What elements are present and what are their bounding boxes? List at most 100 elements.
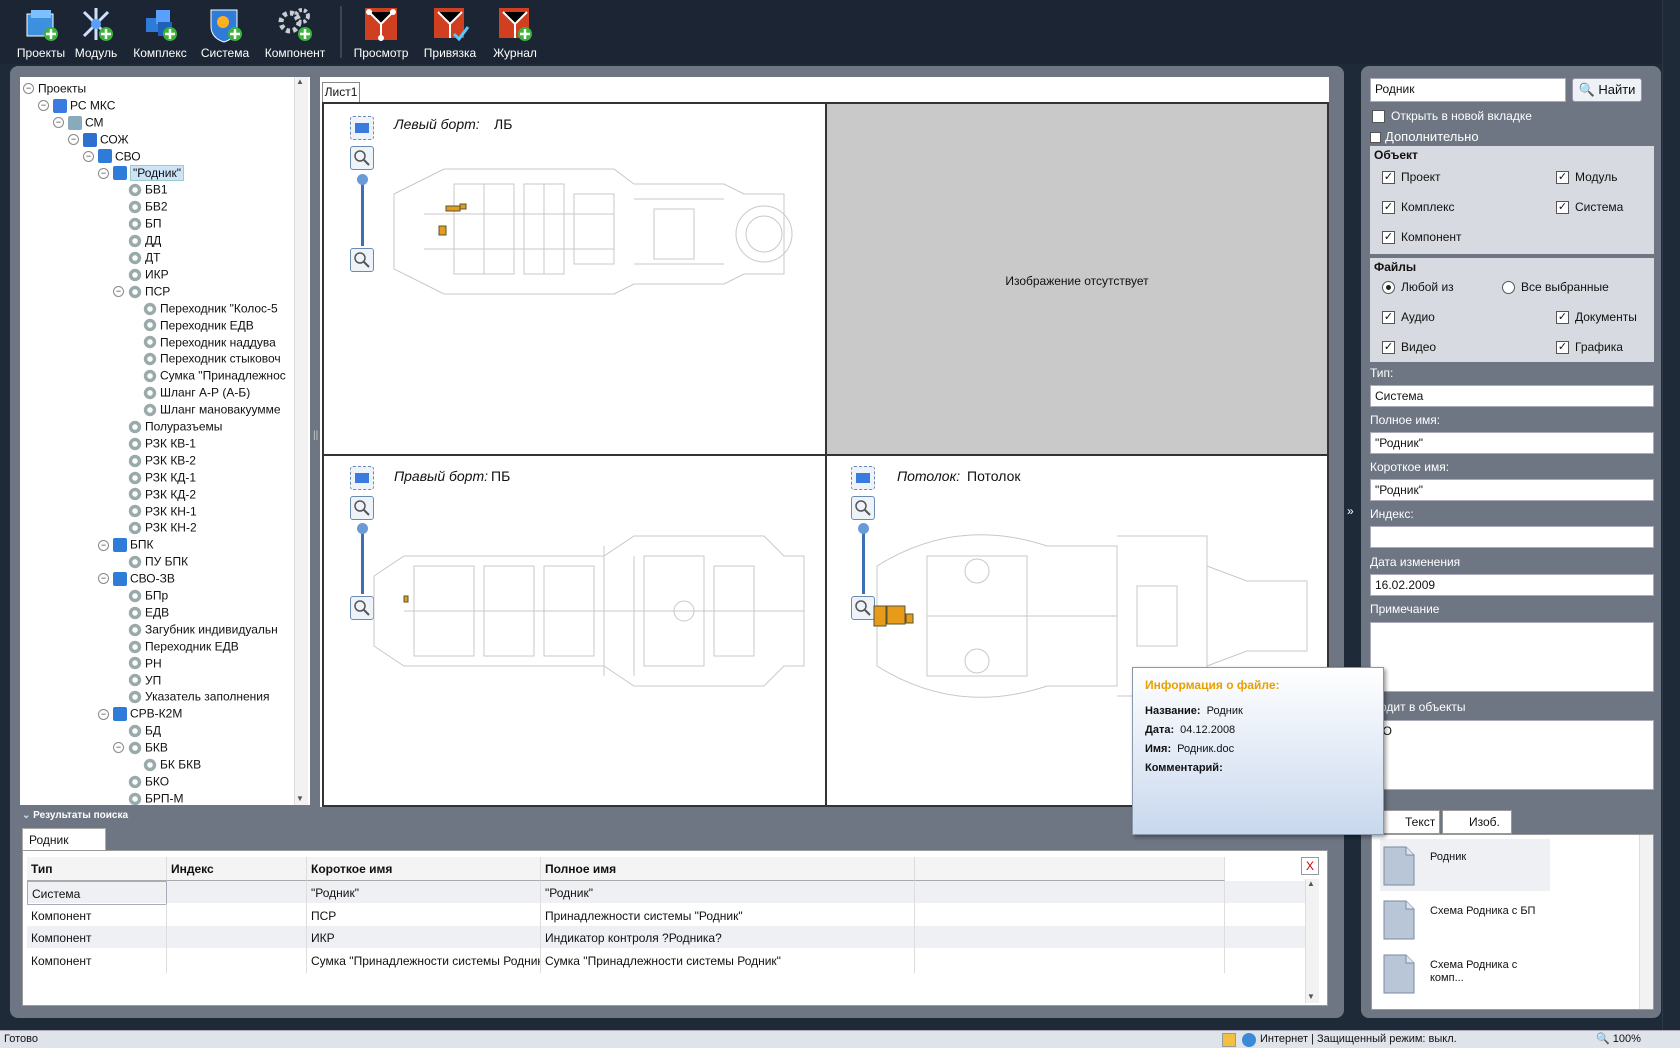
- type-field[interactable]: Система: [1370, 385, 1654, 407]
- complex-button[interactable]: Комплекс: [130, 4, 190, 62]
- tree-node[interactable]: РЗК КВ-1: [113, 435, 196, 452]
- tab-text[interactable]: Текст: [1378, 810, 1440, 834]
- select-frame-icon[interactable]: [350, 466, 374, 490]
- collapse-toggle-icon[interactable]: −: [68, 134, 79, 146]
- zoom-in-icon[interactable]: [350, 496, 374, 520]
- system-checkbox[interactable]: ✓ Система: [1556, 200, 1623, 215]
- tree-node[interactable]: БПр: [113, 587, 168, 604]
- tree-node[interactable]: РЗК КН-1: [113, 503, 197, 520]
- collapse-toggle-icon[interactable]: −: [98, 539, 109, 551]
- video-checkbox[interactable]: ✓ Видео: [1382, 340, 1436, 355]
- complex-checkbox[interactable]: ✓ Комплекс: [1382, 200, 1454, 215]
- date-field[interactable]: 16.02.2009: [1370, 574, 1654, 596]
- tree-node[interactable]: РЗК КН-2: [113, 519, 197, 536]
- tree-node[interactable]: БВ2: [113, 198, 168, 215]
- tree-node[interactable]: ЕДВ: [113, 604, 169, 621]
- tree-node[interactable]: Указатель заполнения: [113, 688, 270, 705]
- right-side-plan-image[interactable]: [364, 526, 824, 696]
- tree-node[interactable]: ПУ БПК: [113, 553, 188, 570]
- tree-node[interactable]: − СМ: [53, 114, 104, 131]
- binding-button[interactable]: Привязка: [420, 4, 480, 62]
- file-list-scrollbar[interactable]: [1639, 835, 1653, 1009]
- left-side-plan-image[interactable]: [364, 154, 824, 304]
- table-row[interactable]: Компонент ИКР Индикатор контроля ?Родника?: [27, 926, 1307, 950]
- tree-node[interactable]: Сумка "Принадлежнос: [128, 367, 286, 384]
- project-checkbox[interactable]: ✓ Проект: [1382, 170, 1441, 185]
- table-row[interactable]: Компонент ПСР Принадлежности системы "Родн…: [27, 903, 1307, 928]
- select-frame-icon[interactable]: [350, 116, 374, 140]
- results-scrollbar[interactable]: ▲ ▼: [1305, 879, 1319, 1003]
- tab-search-results[interactable]: Родник: [22, 828, 106, 850]
- tree-node[interactable]: РН: [113, 655, 162, 672]
- journal-button[interactable]: Журнал: [490, 4, 540, 62]
- zoom-level[interactable]: 🔍 100%: [1596, 1031, 1641, 1048]
- tree-node[interactable]: − БПК: [98, 536, 154, 553]
- tree-node[interactable]: − ПСР: [113, 283, 170, 300]
- file-item[interactable]: Схема Родника с комп...: [1380, 947, 1550, 999]
- collapse-toggle-icon[interactable]: −: [83, 150, 94, 162]
- tree-node[interactable]: РЗК КД-1: [113, 469, 196, 486]
- tree-node[interactable]: − Проекты: [23, 80, 86, 97]
- tree-node[interactable]: БКО: [113, 773, 169, 790]
- tree-node[interactable]: Переходник стыковоч: [128, 350, 281, 367]
- results-header[interactable]: ⌄ Результаты поиска: [22, 810, 128, 824]
- advanced-toggle[interactable]: ^ Дополнительно: [1370, 129, 1479, 144]
- open-new-tab-checkbox[interactable]: ✓ Открыть в новой вкладке: [1372, 109, 1532, 124]
- tree-node[interactable]: − РС МКС: [38, 97, 115, 114]
- tree-node[interactable]: БК БКВ: [128, 756, 201, 773]
- collapse-toggle-icon[interactable]: −: [23, 83, 34, 95]
- tree-node[interactable]: БВ1: [113, 181, 168, 198]
- tree-node[interactable]: − СВО: [83, 148, 141, 165]
- component-checkbox[interactable]: ✓ Компонент: [1382, 230, 1462, 245]
- index-field[interactable]: [1370, 526, 1654, 548]
- tree-node[interactable]: УП: [113, 672, 161, 689]
- graphics-checkbox[interactable]: ✓ Графика: [1556, 340, 1623, 355]
- tree-node[interactable]: ИКР: [113, 266, 169, 283]
- collapse-panel-icon[interactable]: »: [1347, 504, 1354, 518]
- note-field[interactable]: [1370, 622, 1654, 692]
- file-item[interactable]: Родник: [1380, 839, 1550, 891]
- tree-node[interactable]: Переходник "Колос-5: [128, 300, 278, 317]
- tree-node[interactable]: Переходник наддува: [128, 334, 276, 351]
- tree-node[interactable]: ДД: [113, 232, 161, 249]
- system-button[interactable]: Система: [198, 4, 252, 62]
- tree-node[interactable]: − "Родник": [98, 164, 184, 182]
- module-button[interactable]: Модуль: [70, 4, 122, 62]
- find-button[interactable]: 🔍 Найти: [1572, 78, 1642, 102]
- tree-node[interactable]: БРП-М: [113, 790, 184, 805]
- collapse-toggle-icon[interactable]: −: [38, 100, 49, 112]
- tab-image[interactable]: Изоб.: [1442, 810, 1512, 834]
- project-tree[interactable]: − Проекты − РС МКС − СМ − СОЖ − СВО − "Родник" БВ1 БВ…: [20, 77, 310, 805]
- table-row[interactable]: Компонент Сумка "Принадлежности системы Р…: [27, 948, 1307, 973]
- tree-node[interactable]: Загубник индивидуальн: [113, 621, 278, 638]
- audio-checkbox[interactable]: ✓ Аудио: [1382, 310, 1435, 325]
- tree-node[interactable]: Шланг А-Р (А-Б): [128, 384, 250, 401]
- search-input[interactable]: Родник: [1370, 78, 1566, 102]
- tree-node[interactable]: Переходник ЕДВ: [113, 638, 239, 655]
- zoom-in-icon[interactable]: [851, 496, 875, 520]
- any-of-radio[interactable]: Любой из: [1382, 280, 1454, 295]
- shortname-field[interactable]: "Родник": [1370, 479, 1654, 501]
- documents-checkbox[interactable]: ✓ Документы: [1556, 310, 1637, 325]
- collapse-toggle-icon[interactable]: −: [98, 167, 109, 179]
- tree-node[interactable]: Переходник ЕДВ: [128, 317, 254, 334]
- collapse-toggle-icon[interactable]: −: [113, 286, 124, 298]
- tree-node[interactable]: − СОЖ: [68, 131, 129, 148]
- tab-sheet1[interactable]: Лист1: [322, 82, 360, 102]
- collapse-toggle-icon[interactable]: −: [113, 742, 124, 754]
- parents-field[interactable]: ВО: [1370, 720, 1654, 790]
- panel-splitter[interactable]: ||: [313, 430, 318, 446]
- tree-node[interactable]: Полуразъемы: [113, 418, 222, 435]
- close-results-button[interactable]: X: [1301, 857, 1319, 875]
- collapse-toggle-icon[interactable]: −: [98, 708, 109, 720]
- table-row[interactable]: Система "Родник" "Родник": [27, 881, 1307, 905]
- collapse-toggle-icon[interactable]: −: [53, 117, 64, 129]
- component-button[interactable]: Компонент: [261, 4, 329, 62]
- all-selected-radio[interactable]: Все выбранные: [1502, 280, 1609, 295]
- tree-node[interactable]: − СВО-ЗВ: [98, 570, 175, 587]
- window-scrollbar[interactable]: [1662, 0, 1680, 1030]
- select-frame-icon[interactable]: [851, 466, 875, 490]
- tree-node[interactable]: БП: [113, 215, 162, 232]
- view-button[interactable]: Просмотр: [352, 4, 410, 62]
- tree-scrollbar[interactable]: ▲ ▼: [294, 77, 308, 805]
